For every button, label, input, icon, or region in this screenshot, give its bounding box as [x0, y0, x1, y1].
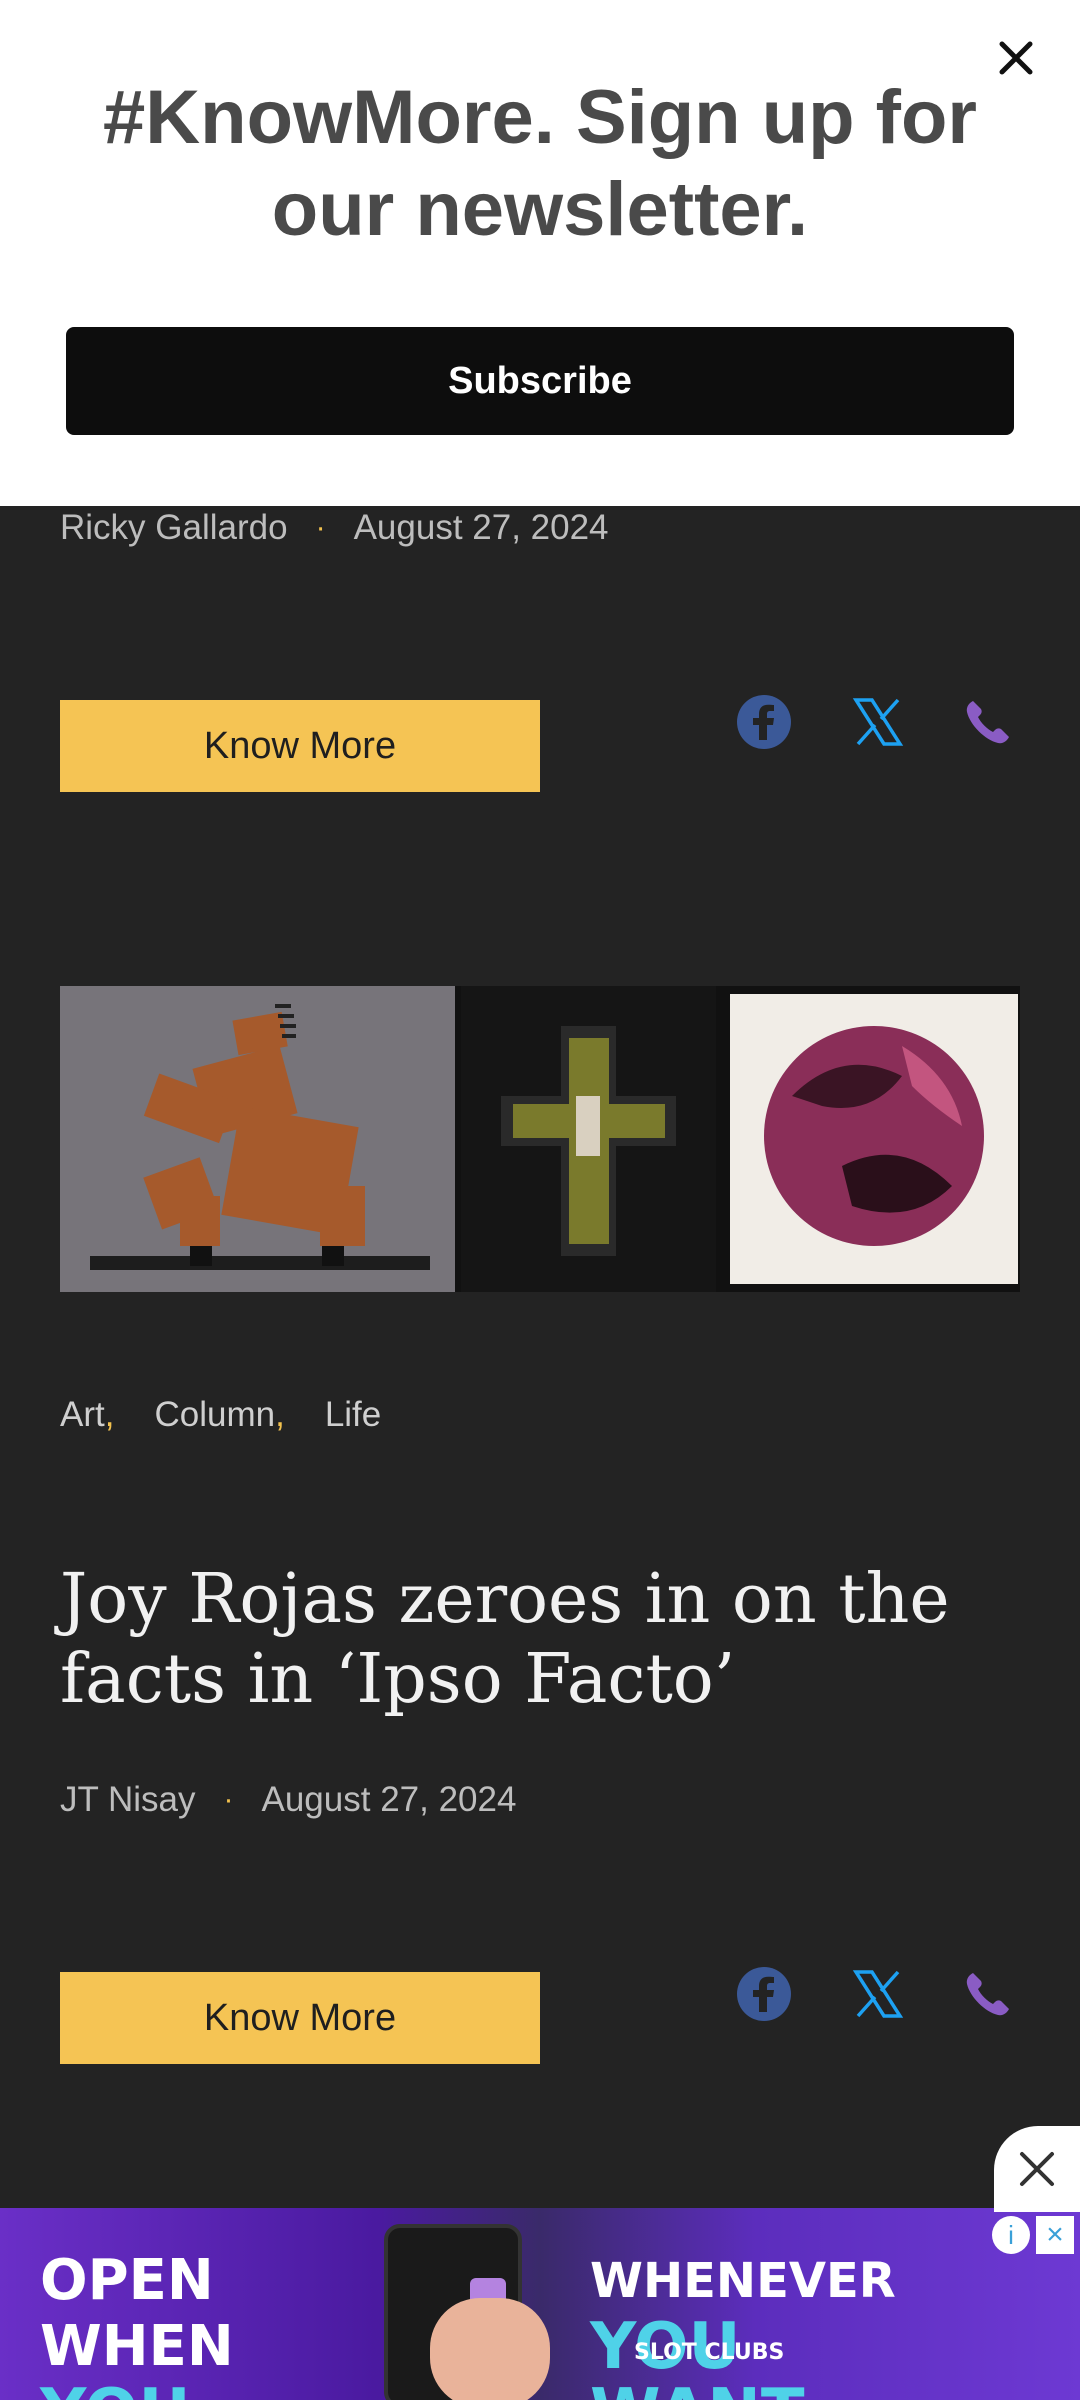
cross-artwork-image [461, 986, 716, 1292]
category-column[interactable]: Column [154, 1395, 275, 1435]
ad-small-text: SLOT CLUBS [634, 2340, 785, 2365]
newsletter-popup: #KnowMore. Sign up for our newsletter. S… [0, 0, 1080, 506]
author-name[interactable]: Ricky Gallardo [60, 508, 288, 548]
category-list: Art, Column, Life [60, 1395, 382, 1435]
article-meta: JT Nisay · August 27, 2024 [60, 1780, 516, 1820]
ad-left-text: OPEN WHEN YOU NEED US [40, 2248, 234, 2400]
x-icon[interactable] [846, 690, 910, 754]
article-thumbnail[interactable] [60, 986, 1020, 1292]
category-life[interactable]: Life [325, 1395, 381, 1435]
phone-icon[interactable] [956, 1962, 1020, 2026]
meta-separator: · [223, 1783, 234, 1816]
author-name[interactable]: JT Nisay [60, 1780, 196, 1820]
article-headline[interactable]: Joy Rojas zeroes in on the facts in ‘Ips… [60, 1560, 960, 1720]
x-icon[interactable] [846, 1962, 910, 2026]
know-more-button[interactable]: Know More [60, 1972, 540, 2064]
facebook-icon[interactable] [732, 690, 796, 754]
ad-banner[interactable]: OPEN WHEN YOU NEED US WHENEVER YOU WANT … [0, 2208, 1080, 2400]
phone-icon[interactable] [956, 690, 1020, 754]
meta-separator: · [315, 511, 326, 544]
category-art[interactable]: Art [60, 1395, 105, 1435]
newsletter-heading: #KnowMore. Sign up for our newsletter. [103, 75, 977, 252]
ad-info-icon[interactable]: i [992, 2216, 1030, 2254]
ad-close-icon[interactable] [994, 2126, 1080, 2212]
hand-image [430, 2298, 550, 2400]
post-date: August 27, 2024 [353, 508, 609, 547]
know-more-button[interactable]: Know More [60, 700, 540, 792]
article-meta: Ricky Gallardo · August 27, 2024 [60, 508, 609, 548]
ad-right-text: WHENEVER YOU WANT [590, 2253, 896, 2400]
sculpture-image [60, 986, 455, 1292]
ad-dismiss-icon[interactable]: × [1036, 2216, 1074, 2254]
subscribe-button[interactable]: Subscribe [66, 327, 1014, 435]
post-date: August 27, 2024 [261, 1780, 517, 1819]
facebook-icon[interactable] [732, 1962, 796, 2026]
circle-artwork-image [722, 986, 1020, 1292]
